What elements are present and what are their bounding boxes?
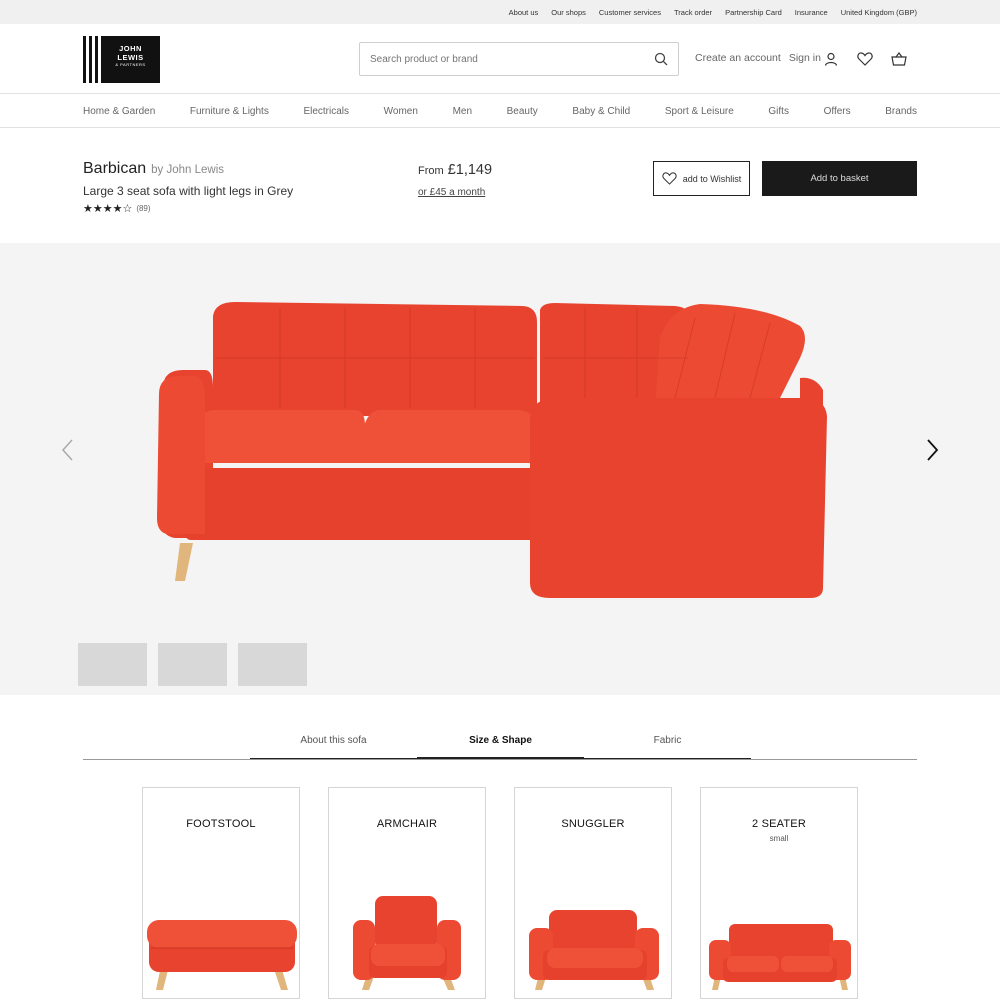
- product-detail-tabs: About this sofa Size & Shape Fabric: [83, 728, 917, 760]
- nav-item-men[interactable]: Men: [453, 106, 472, 117]
- utility-link-shops[interactable]: Our shops: [551, 8, 586, 17]
- tab-size-shape[interactable]: Size & Shape: [417, 728, 584, 759]
- tab-about-this-sofa[interactable]: About this sofa: [250, 728, 417, 759]
- utility-link-partnership-card[interactable]: Partnership Card: [725, 8, 782, 17]
- gallery-thumbnail[interactable]: [238, 643, 307, 686]
- nav-item-brands[interactable]: Brands: [885, 106, 917, 117]
- price-from-label: From: [418, 165, 444, 177]
- size-card-2-seater[interactable]: 2 SEATER small: [700, 787, 858, 999]
- site-header: JOHN LEWIS & PARTNERS Create an account …: [0, 24, 1000, 94]
- utility-link-customer-services[interactable]: Customer services: [599, 8, 661, 17]
- utility-link-about[interactable]: About us: [509, 8, 539, 17]
- footstool-image: [147, 920, 297, 990]
- region-selector[interactable]: United Kingdom (GBP): [841, 8, 917, 17]
- nav-item-women[interactable]: Women: [384, 106, 418, 117]
- gallery-thumbnails: [78, 643, 307, 686]
- gallery-thumbnail[interactable]: [78, 643, 147, 686]
- wishlist-label: add to Wishlist: [682, 173, 742, 184]
- account-icon[interactable]: [822, 50, 839, 67]
- tab-fabric[interactable]: Fabric: [584, 728, 751, 759]
- heart-icon: [662, 172, 677, 185]
- utility-link-track-order[interactable]: Track order: [674, 8, 712, 17]
- monthly-finance-link[interactable]: or £45 a month: [418, 187, 485, 198]
- utility-bar: About us Our shops Customer services Tra…: [0, 0, 1000, 24]
- product-info: Barbican by John Lewis Large 3 seat sofa …: [83, 160, 293, 215]
- size-card-title: SNUGGLER: [561, 818, 625, 830]
- product-image-corner-sofa: [157, 302, 827, 598]
- snuggler-image: [529, 910, 659, 990]
- search-box: [359, 42, 679, 76]
- armchair-image: [353, 896, 461, 990]
- size-card-subtitle: small: [769, 834, 789, 843]
- product-brand[interactable]: by John Lewis: [151, 164, 224, 176]
- gallery-next-arrow-icon[interactable]: [922, 438, 942, 462]
- search-icon[interactable]: [644, 42, 678, 76]
- logo-line-2: LEWIS: [117, 53, 144, 62]
- nav-item-offers[interactable]: Offers: [824, 106, 851, 117]
- product-name: Barbican: [83, 160, 147, 177]
- size-card-armchair[interactable]: ARMCHAIR: [328, 787, 486, 999]
- nav-item-gifts[interactable]: Gifts: [768, 106, 789, 117]
- nav-item-baby-child[interactable]: Baby & Child: [572, 106, 630, 117]
- review-count: (89): [136, 204, 151, 213]
- size-card-title: 2 SEATER: [752, 818, 806, 830]
- size-card-footstool[interactable]: FOOTSTOOL: [142, 787, 300, 999]
- product-subtitle: Large 3 seat sofa with light legs in Gre…: [83, 184, 294, 198]
- logo-wordmark: JOHN LEWIS & PARTNERS: [101, 36, 160, 83]
- two-seater-image: [709, 924, 851, 990]
- nav-item-sport-leisure[interactable]: Sport & Leisure: [665, 106, 734, 117]
- main-navigation: Home & Garden Furniture & Lights Electri…: [0, 95, 1000, 128]
- rating-stars: ★★★★☆: [83, 203, 133, 215]
- logo-line-3: & PARTNERS: [115, 62, 146, 67]
- create-account-link[interactable]: Create an account: [695, 52, 781, 64]
- gallery-prev-arrow-icon[interactable]: [58, 438, 78, 462]
- price-value: £1,149: [447, 162, 493, 178]
- product-rating[interactable]: ★★★★☆ (89): [83, 202, 293, 215]
- john-lewis-logo[interactable]: JOHN LEWIS & PARTNERS: [83, 36, 160, 83]
- size-card-title: FOOTSTOOL: [186, 818, 256, 830]
- nav-item-electricals[interactable]: Electricals: [303, 106, 349, 117]
- logo-bars: [83, 36, 101, 83]
- product-title: Barbican by John Lewis: [83, 160, 293, 178]
- product-price: From £1,149: [418, 162, 492, 178]
- utility-link-insurance[interactable]: Insurance: [795, 8, 828, 17]
- size-options: FOOTSTOOL ARMCHAIR SNUGGLER 2 SEATER sma…: [142, 787, 858, 999]
- nav-item-furniture-lights[interactable]: Furniture & Lights: [190, 106, 269, 117]
- search-input[interactable]: [370, 53, 644, 65]
- add-to-basket-button[interactable]: Add to basket: [762, 161, 917, 196]
- basket-icon[interactable]: [890, 50, 907, 67]
- wishlist-heart-icon[interactable]: [856, 50, 873, 67]
- nav-item-beauty[interactable]: Beauty: [507, 106, 538, 117]
- header-icons: [822, 50, 907, 67]
- add-to-wishlist-button[interactable]: add to Wishlist: [653, 161, 750, 196]
- size-card-title: ARMCHAIR: [376, 818, 438, 830]
- account-links: Create an account Sign in: [695, 52, 821, 64]
- size-card-snuggler[interactable]: SNUGGLER: [514, 787, 672, 999]
- logo-line-1: JOHN: [119, 44, 142, 53]
- gallery-thumbnail[interactable]: [158, 643, 227, 686]
- product-gallery: [0, 243, 1000, 695]
- nav-item-home-garden[interactable]: Home & Garden: [83, 106, 155, 117]
- sign-in-link[interactable]: Sign in: [789, 52, 821, 64]
